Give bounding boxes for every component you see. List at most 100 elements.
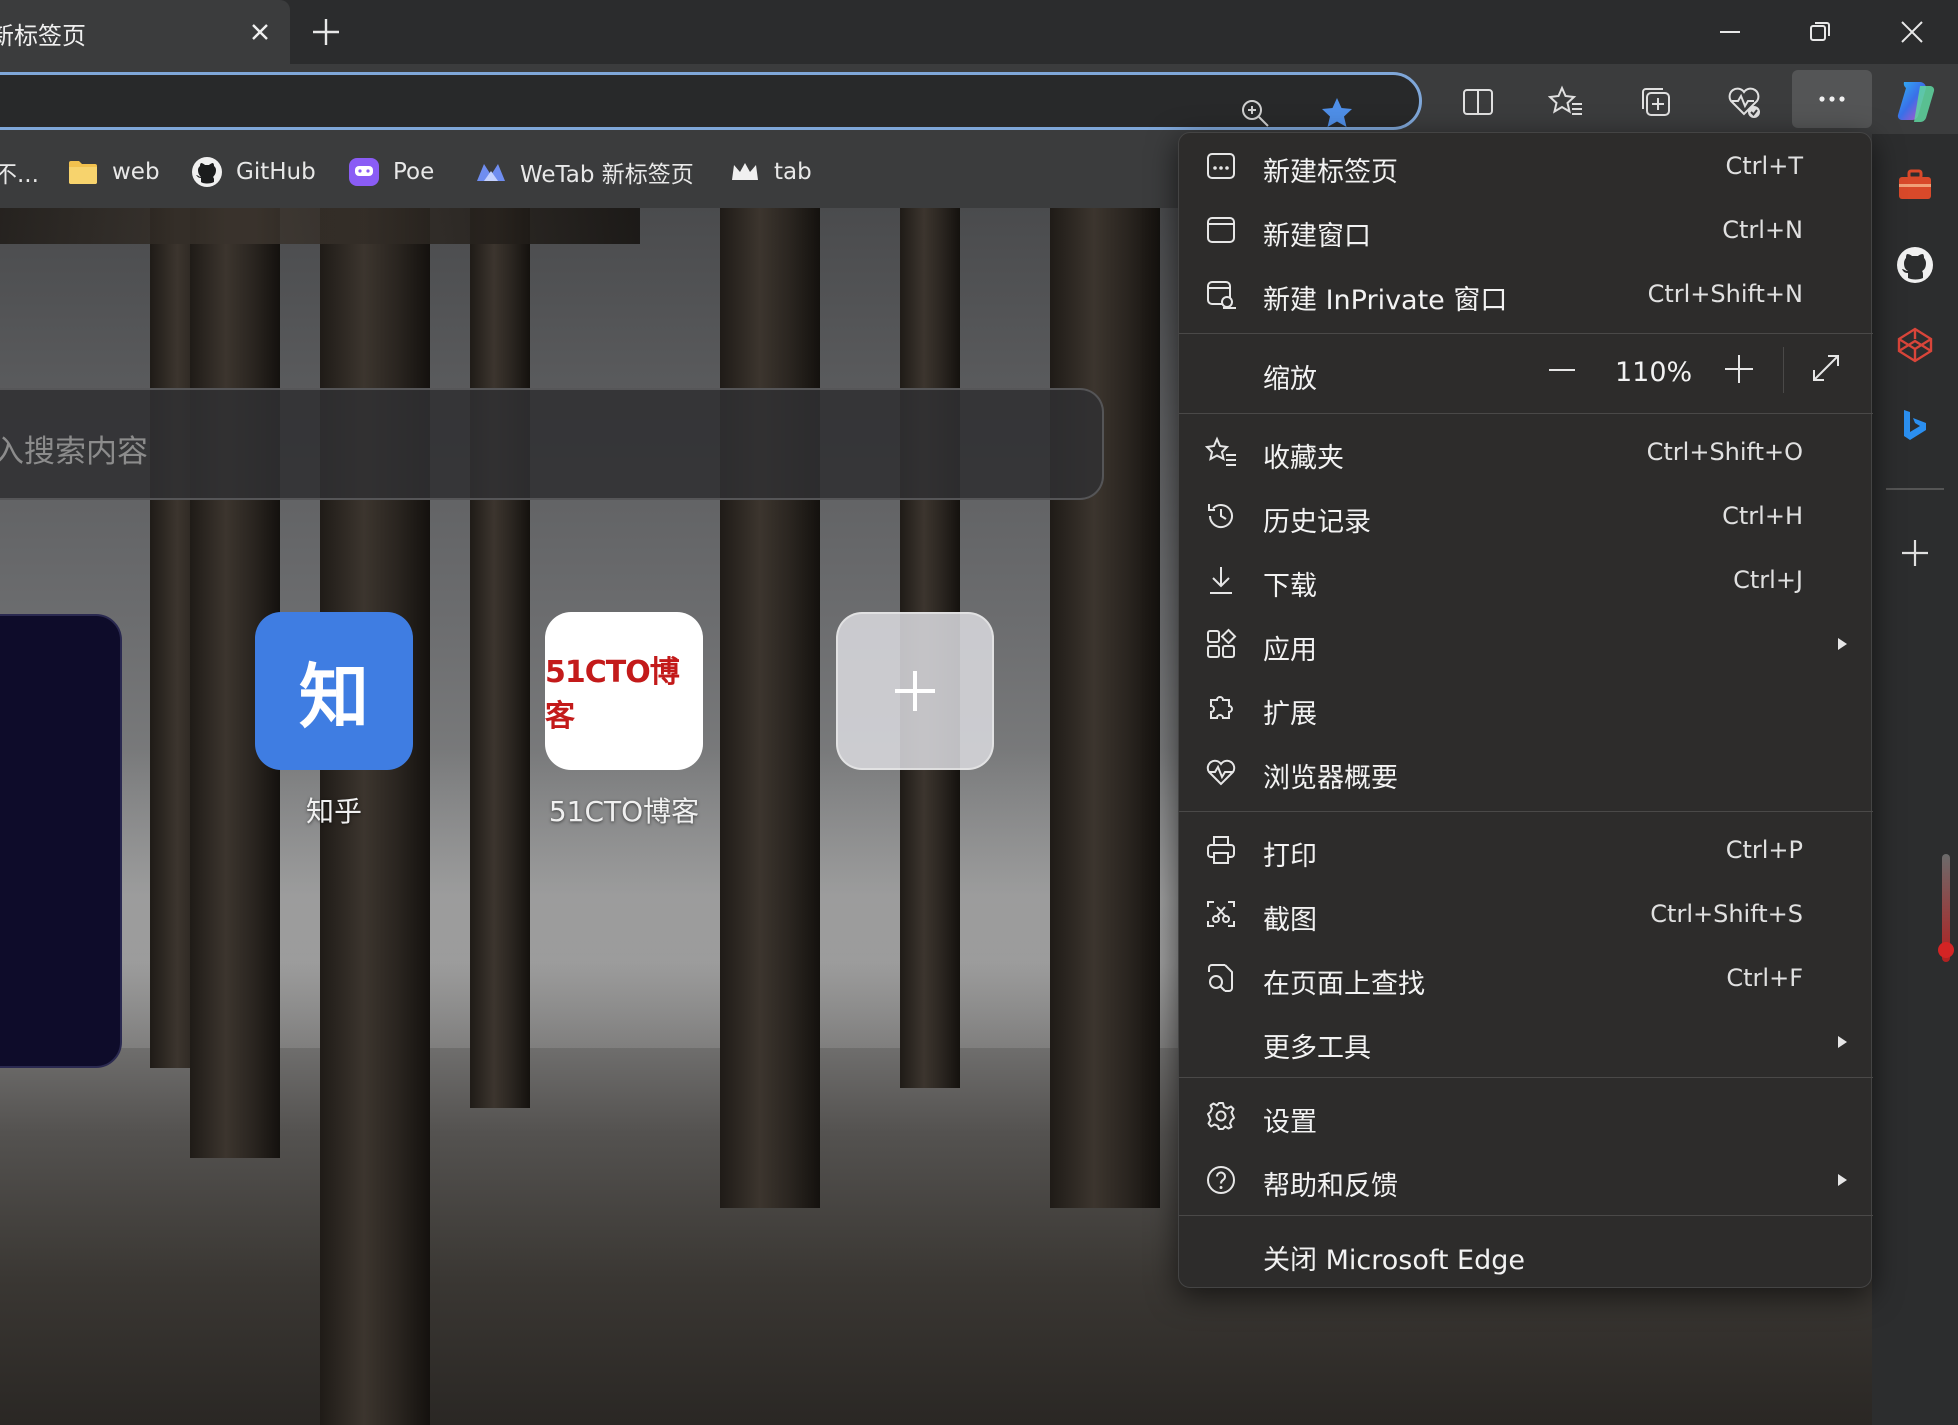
bookmark-item[interactable]: 不... [0,154,39,190]
bing-icon[interactable] [1894,404,1936,446]
quick-link-label: 51CTO博客 [548,795,700,828]
pier-pillar [720,208,820,1208]
browser-essentials-icon[interactable] [1726,84,1762,120]
menu-item-browser-essentials[interactable]: 浏览器概要 [1179,743,1873,801]
menu-shortcut: Ctrl+F [1726,964,1803,992]
zoom-in-icon[interactable] [1239,97,1271,129]
plus-icon [890,666,940,716]
submenu-arrow-icon [1835,1172,1849,1188]
github-sidebar-icon[interactable] [1894,244,1936,286]
menu-label: 截图 [1263,905,1317,936]
find-on-page-icon [1205,962,1237,994]
pier-pillar [1050,208,1160,1208]
menu-item-zoom: 缩放 110% [1179,341,1873,403]
extensions-icon [1205,692,1237,724]
restore-icon[interactable] [1806,18,1834,46]
gear-icon [1205,1100,1237,1132]
apps-icon [1205,628,1237,660]
edge-sidebar [1872,134,1958,1425]
menu-label: 打印 [1263,841,1317,872]
menu-item-downloads[interactable]: 下载 Ctrl+J [1179,551,1873,609]
menu-item-settings[interactable]: 设置 [1179,1087,1873,1145]
zoom-in-button[interactable] [1723,353,1755,385]
zhihu-logo: 知 [299,655,369,738]
favorites-icon [1205,436,1237,468]
window-close-icon[interactable] [1898,18,1926,46]
more-dots-icon [1814,81,1850,117]
tab-new-tab[interactable]: 新标签页 [0,0,290,64]
new-window-icon [1205,214,1237,246]
bookmark-label: WeTab 新标签页 [520,162,694,188]
submenu-arrow-icon [1835,1034,1849,1050]
tab-title: 新标签页 [0,22,86,50]
menu-label: 缩放 [1263,364,1317,395]
menu-label: 应用 [1263,635,1317,666]
zoom-divider [1783,347,1784,393]
menu-item-more-tools[interactable]: 更多工具 [1179,1013,1873,1071]
menu-item-find-on-page[interactable]: 在页面上查找 Ctrl+F [1179,949,1873,1007]
menu-shortcut: Ctrl+H [1722,502,1803,530]
menu-label: 帮助和反馈 [1263,1171,1398,1202]
split-screen-icon[interactable] [1460,84,1496,120]
toolbar [0,64,1958,134]
menu-item-apps[interactable]: 应用 [1179,615,1873,673]
menu-item-new-tab[interactable]: 新建标签页 Ctrl+T [1179,137,1873,195]
zoom-level: 110% [1615,357,1693,388]
bookmark-poe[interactable]: Poe [347,154,434,190]
help-icon [1205,1164,1237,1196]
menu-label: 新建 InPrivate 窗口 [1263,285,1508,316]
menu-item-print[interactable]: 打印 Ctrl+P [1179,821,1873,879]
collections-icon[interactable] [1638,84,1674,120]
tools-icon[interactable] [1894,164,1936,206]
bookmark-label: tab [774,159,812,185]
settings-and-more-button[interactable] [1792,70,1872,128]
favorites-icon[interactable] [1548,84,1584,120]
settings-menu: 新建标签页 Ctrl+T 新建窗口 Ctrl+N 新建 InPrivate 窗口… [1178,132,1873,1288]
menu-item-history[interactable]: 历史记录 Ctrl+H [1179,487,1873,545]
bookmark-folder-web[interactable]: web [66,154,160,190]
favorite-star-icon[interactable] [1319,95,1355,131]
bookmark-label: GitHub [236,159,316,185]
menu-item-help-feedback[interactable]: 帮助和反馈 [1179,1151,1873,1209]
menu-item-new-window[interactable]: 新建窗口 Ctrl+N [1179,201,1873,259]
search-input[interactable]: 输入搜索内容 [0,426,148,471]
menu-item-close-edge[interactable]: 关闭 Microsoft Edge [1179,1225,1873,1283]
copilot-icon[interactable] [1890,76,1940,126]
bookmark-label: Poe [393,159,435,185]
codepen-icon[interactable] [1894,324,1936,366]
menu-item-extensions[interactable]: 扩展 [1179,679,1873,737]
address-bar[interactable] [0,72,1422,130]
minimize-icon[interactable] [1716,18,1744,46]
sidebar-divider [1886,488,1944,490]
menu-label: 关闭 Microsoft Edge [1263,1245,1525,1276]
search-box[interactable]: 输入搜索内容 [0,388,1104,500]
menu-label: 扩展 [1263,699,1317,730]
tab-close-icon[interactable] [248,20,272,44]
menu-separator [1179,413,1873,414]
menu-separator [1179,1077,1873,1078]
menu-item-screenshot[interactable]: 截图 Ctrl+Shift+S [1179,885,1873,943]
bookmark-github[interactable]: GitHub [190,154,316,190]
add-sidebar-app-icon[interactable] [1894,532,1936,574]
print-icon [1205,834,1237,866]
menu-item-new-inprivate[interactable]: 新建 InPrivate 窗口 Ctrl+Shift+N [1179,265,1873,323]
screenshot-icon [1205,898,1237,930]
bookmark-tab[interactable]: tab [728,154,812,190]
github-icon [190,155,224,189]
bookmark-label: web [112,159,160,185]
download-icon [1205,564,1237,596]
quick-link-zhihu[interactable]: 知 [255,612,413,770]
menu-item-favorites[interactable]: 收藏夹 Ctrl+Shift+O [1179,423,1873,481]
site-card[interactable]: ro [0,614,122,1068]
new-tab-plus-icon[interactable] [308,14,344,50]
zoom-out-button[interactable] [1547,355,1577,385]
scroll-indicator-handle[interactable] [1938,942,1954,958]
quick-link-51cto[interactable]: 51CTO博客 [545,612,703,770]
fullscreen-icon[interactable] [1809,351,1843,385]
menu-shortcut: Ctrl+T [1725,152,1803,180]
inprivate-icon [1205,278,1237,310]
add-quick-link-button[interactable] [836,612,994,770]
menu-label: 历史记录 [1263,507,1371,538]
menu-shortcut: Ctrl+J [1733,566,1803,594]
bookmark-wetab[interactable]: WeTab 新标签页 [474,154,694,190]
